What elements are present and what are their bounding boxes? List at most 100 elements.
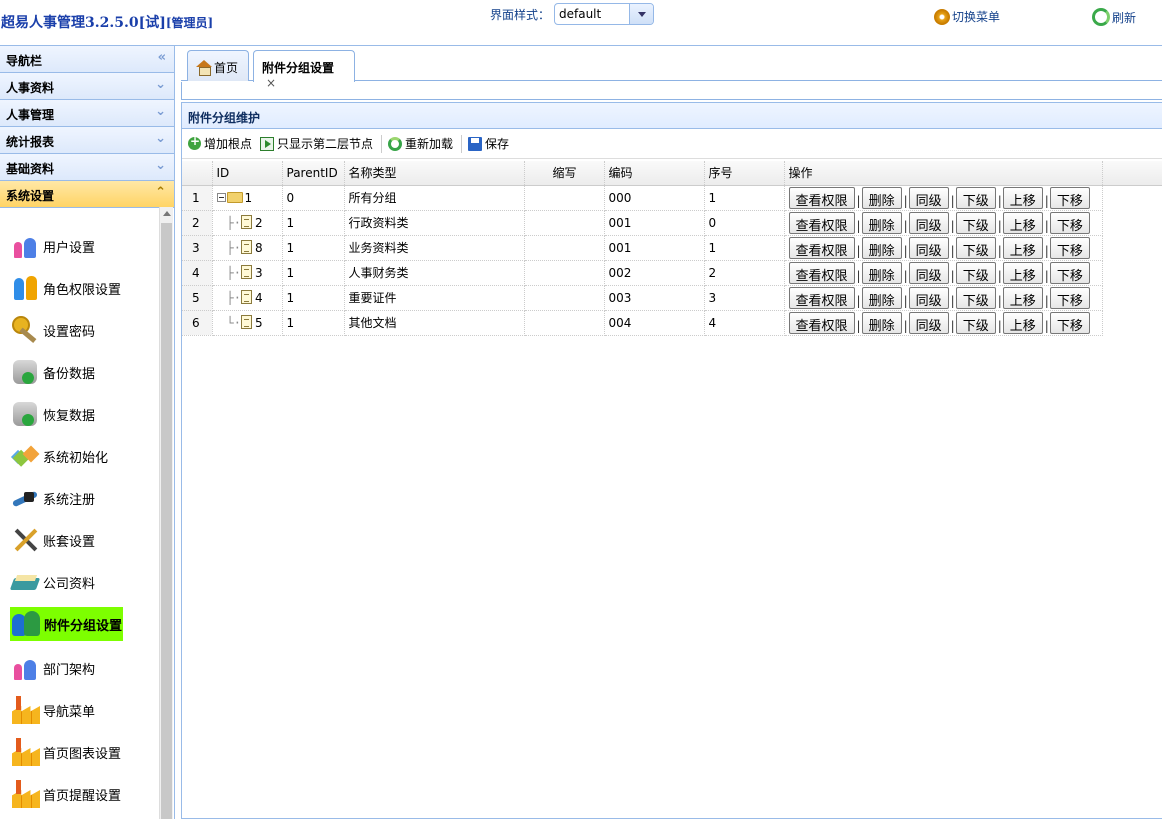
scroll-thumb[interactable] [161,223,172,819]
cell-actions: 查看权限 | 删除 | 同级 | 下级 | 上移 | 下移 [784,235,1103,261]
nav-item-attachment-groups[interactable]: 附件分组设置 [10,607,124,641]
show-second-level-button[interactable]: 只显示第二层节点 [260,135,373,152]
action-button[interactable]: 删除 [861,236,902,259]
nav-item-account-set[interactable]: 账套设置 [10,523,95,557]
nav-item-home-reminder[interactable]: 首页提醒设置 [10,777,121,811]
action-button[interactable]: 下级 [955,311,996,334]
table-row[interactable]: 6 └· 5 1 其他文档 004 4 查看权限 | 删除 | 同级 | 下级 | 上移 | 下移 [182,310,1162,336]
save-icon [468,136,483,151]
accordion-label: 基础资料 [6,162,55,176]
table-row[interactable]: 1 1 0 所有分组 000 1 查看权限 | 删除 | 同级 | 下级 | 上移 | 下移 [182,185,1162,211]
nav-item-backup[interactable]: 备份数据 [10,355,95,389]
action-button[interactable]: 查看权限 [788,311,855,334]
action-button[interactable]: 同级 [908,186,949,209]
nav-item-set-password[interactable]: 设置密码 [10,313,95,347]
accordion-personnel-data[interactable]: 人事资料 ⌄ [0,73,174,100]
action-button[interactable]: 上移 [1002,236,1043,259]
action-button[interactable]: 同级 [908,211,949,234]
action-button[interactable]: 上移 [1002,261,1043,284]
switch-menu-label: 切换菜单 [952,10,1001,24]
nav-item-company-info[interactable]: 公司资料 [10,565,95,599]
nav-item-restore[interactable]: 恢复数据 [10,397,95,431]
action-button[interactable]: 下移 [1049,311,1090,334]
table-row[interactable]: 4 ├· 3 1 人事财务类 002 2 查看权限 | 删除 | 同级 | 下级 | 上移 | 下移 [182,260,1162,286]
tab-attachment-groups[interactable]: 附件分组设置× [253,50,355,90]
collapse-icon[interactable]: « [158,50,166,65]
accordion-reports[interactable]: 统计报表 ⌄ [0,127,174,154]
action-button[interactable]: 下级 [955,261,996,284]
nav-item-system-init[interactable]: 系统初始化 [10,439,108,473]
action-button[interactable]: 下级 [955,211,996,234]
cell-parent-id: 1 [282,285,345,311]
action-button[interactable]: 删除 [861,311,902,334]
role-label: [管理员] [165,16,214,30]
action-button[interactable]: 查看权限 [788,186,855,209]
table-row[interactable]: 5 ├· 4 1 重要证件 003 3 查看权限 | 删除 | 同级 | 下级 | 上移 | 下移 [182,285,1162,311]
action-button[interactable]: 删除 [861,286,902,309]
action-button[interactable]: 下移 [1049,286,1090,309]
save-button[interactable]: 保存 [468,135,509,152]
nav-item-role-permissions[interactable]: 角色权限设置 [10,271,121,305]
action-button[interactable]: 下移 [1049,186,1090,209]
action-separator: | [856,243,861,258]
action-button[interactable]: 同级 [908,236,949,259]
reload-button[interactable]: 重新加载 [388,135,453,152]
table-row[interactable]: 3 ├· 8 1 业务资料类 001 1 查看权限 | 删除 | 同级 | 下级 | 上移 | 下移 [182,235,1162,261]
add-icon [188,134,201,150]
cell-id: ├· 4 [212,285,283,311]
accordion-nav-header[interactable]: 导航栏 « [0,46,174,73]
action-button[interactable]: 上移 [1002,186,1043,209]
action-separator: | [856,293,861,308]
action-button[interactable]: 下移 [1049,261,1090,284]
header-id[interactable]: ID [212,161,283,186]
header-code[interactable]: 编码 [604,161,705,186]
action-button[interactable]: 同级 [908,286,949,309]
chevron-down-icon[interactable] [629,4,653,24]
action-button[interactable]: 下移 [1049,211,1090,234]
accordion-personnel-management[interactable]: 人事管理 ⌄ [0,100,174,127]
cell-filler [1102,310,1162,335]
nav-item-system-register[interactable]: 系统注册 [10,481,95,515]
action-button[interactable]: 上移 [1002,211,1043,234]
nav-scrollbar[interactable] [159,207,173,819]
action-button[interactable]: 删除 [861,211,902,234]
header-abbr[interactable]: 缩写 [524,161,605,186]
action-button[interactable]: 查看权限 [788,236,855,259]
action-button[interactable]: 下级 [955,236,996,259]
action-button[interactable]: 删除 [861,261,902,284]
scroll-up-icon[interactable] [163,211,171,216]
collapse-toggle-icon[interactable] [216,192,226,202]
style-select[interactable]: default [554,3,654,25]
action-button[interactable]: 下级 [955,286,996,309]
cell-name-type: 重要证件 [344,285,525,311]
action-button[interactable]: 同级 [908,311,949,334]
action-separator: | [997,193,1002,208]
tab-home[interactable]: 首页 [187,50,249,81]
action-button[interactable]: 下移 [1049,236,1090,259]
accordion-system-settings[interactable]: 系统设置 ⌃ [0,181,174,208]
action-button[interactable]: 查看权限 [788,211,855,234]
action-button[interactable]: 删除 [861,186,902,209]
action-button[interactable]: 上移 [1002,311,1043,334]
header-seq[interactable]: 序号 [704,161,785,186]
nav-item-home-chart[interactable]: 首页图表设置 [10,735,121,769]
add-root-button[interactable]: 增加根点 [188,134,252,152]
action-button[interactable]: 下级 [955,186,996,209]
action-button[interactable]: 同级 [908,261,949,284]
refresh-button[interactable]: 刷新 [1092,8,1136,26]
nav-item-nav-menu[interactable]: 导航菜单 [10,693,95,727]
action-button[interactable]: 查看权限 [788,286,855,309]
action-button[interactable]: 上移 [1002,286,1043,309]
action-separator: | [903,193,908,208]
switch-menu-button[interactable]: 切换菜单 [934,8,1000,25]
table-row[interactable]: 2 ├· 2 1 行政资料类 001 0 查看权限 | 删除 | 同级 | 下级 | 上移 | 下移 [182,210,1162,236]
tab-label: 附件分组设置 [262,61,335,75]
cell-code: 001 [604,235,705,261]
header-parent-id[interactable]: ParentID [282,161,345,186]
row-number: 1 [182,185,213,211]
nav-item-user-settings[interactable]: 用户设置 [10,229,95,263]
accordion-basic-data[interactable]: 基础资料 ⌄ [0,154,174,181]
action-button[interactable]: 查看权限 [788,261,855,284]
header-name-type[interactable]: 名称类型 [344,161,525,186]
nav-item-department[interactable]: 部门架构 [10,651,95,685]
